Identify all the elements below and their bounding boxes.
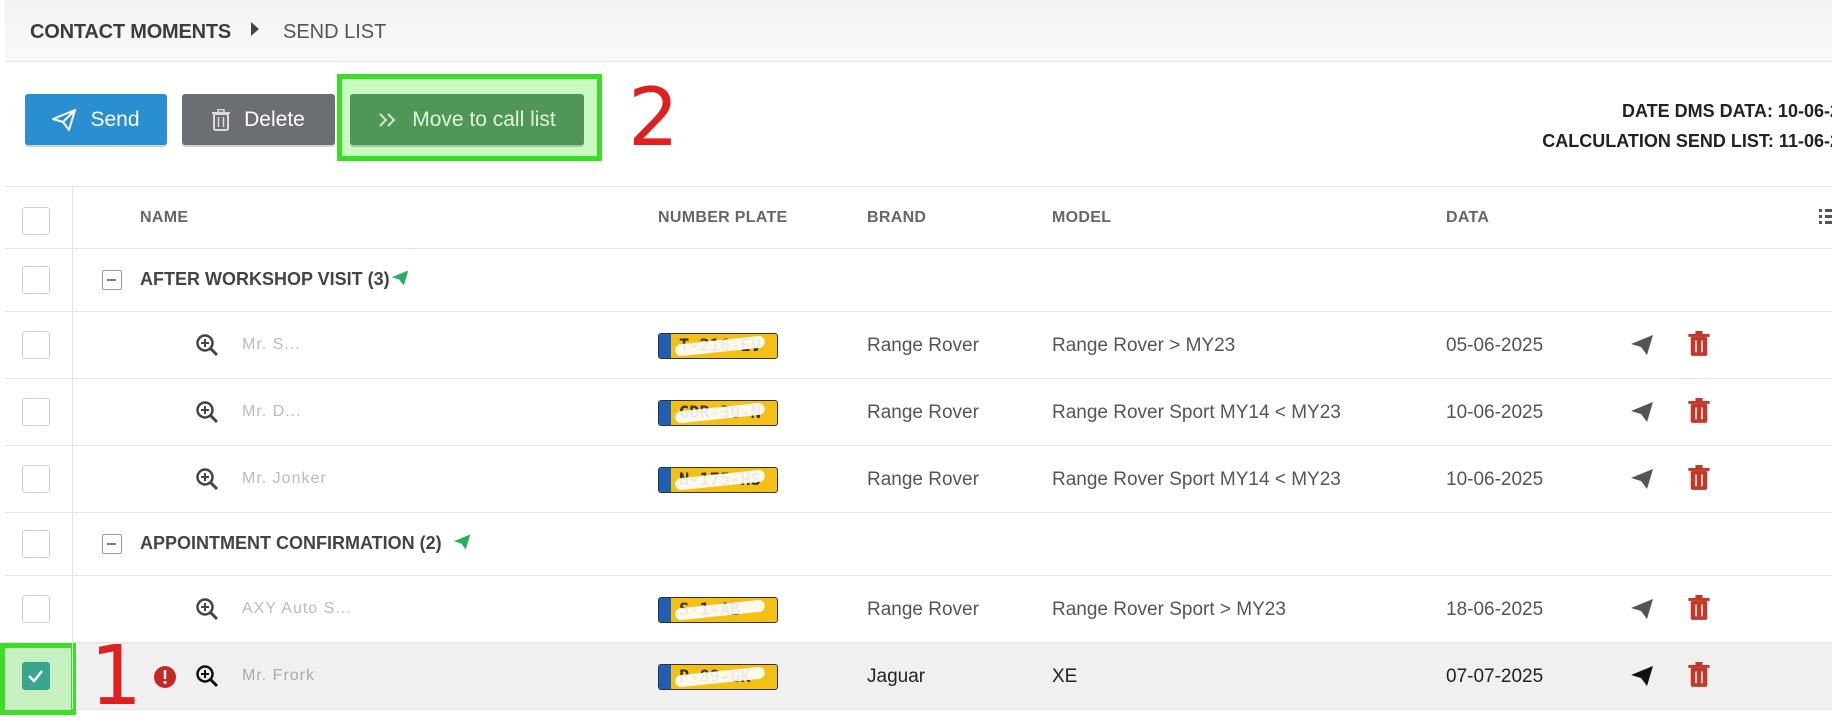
paper-plane-icon: [52, 108, 77, 131]
select-all-checkbox[interactable]: [22, 207, 50, 235]
table-row[interactable]: Mr. D... GDR-30-N Range Rover Range Rove…: [5, 379, 1832, 446]
trash-icon[interactable]: [1688, 465, 1710, 491]
dms-date: DATE DMS DATA: 10-06-202: [1621, 101, 1832, 121]
col-data[interactable]: DATA: [1446, 209, 1489, 227]
date-cell: 18-06-2025: [1446, 599, 1544, 620]
paper-plane-icon: [391, 270, 409, 286]
trash-icon[interactable]: [1688, 662, 1710, 688]
col-model[interactable]: MODEL: [1052, 209, 1111, 227]
delete-button[interactable]: Delete: [182, 94, 335, 145]
group-label: AFTER WORKSHOP VISIT (3): [140, 269, 390, 289]
brand-cell: Range Rover: [867, 469, 979, 490]
brand-cell: Jaguar: [867, 666, 926, 687]
table-header: NAME NUMBER PLATE BRAND MODEL DATA: [5, 186, 1832, 249]
number-plate: T-216-EV: [658, 333, 778, 359]
number-plate: GDR-30-N: [658, 400, 778, 426]
annotation-one: 1: [90, 629, 143, 724]
date-cell: 10-06-2025: [1446, 402, 1544, 423]
send-row-icon[interactable]: [1630, 597, 1654, 621]
send-row-icon[interactable]: [1630, 664, 1654, 688]
date-cell: 07-07-2025: [1446, 666, 1544, 687]
model-cell: Range Rover > MY23: [1052, 335, 1236, 356]
row-checkbox[interactable]: [22, 595, 50, 623]
table-row[interactable]: AXY Auto S... S-1-AB Range Rover Range R…: [5, 576, 1832, 643]
zoom-in-icon[interactable]: [195, 664, 219, 688]
send-label: Send: [90, 107, 140, 131]
row-checkbox[interactable]: [22, 398, 50, 426]
col-brand[interactable]: BRAND: [867, 209, 926, 227]
move-to-call-list-button[interactable]: Move to call list: [350, 94, 584, 145]
dates-info: DATE DMS DATA: 10-06-202 CALCULATION SEN…: [1542, 96, 1832, 156]
model-cell: XE: [1052, 666, 1078, 687]
zoom-in-icon[interactable]: [195, 400, 219, 424]
send-row-icon[interactable]: [1630, 333, 1654, 357]
col-name[interactable]: NAME: [140, 209, 188, 227]
model-cell: Range Rover Sport MY14 < MY23: [1052, 402, 1341, 423]
trash-icon[interactable]: [1688, 331, 1710, 357]
annotation-two: 2: [628, 71, 679, 164]
date-cell: 10-06-2025: [1446, 469, 1544, 490]
zoom-in-icon[interactable]: [195, 333, 219, 357]
collapse-icon[interactable]: [102, 534, 122, 554]
checkmark-icon: [28, 670, 43, 683]
table-row-selected[interactable]: Mr. Frork P-89-GK Jaguar XE 07-07-2025: [0, 643, 1832, 715]
contact-name: AXY Auto S...: [242, 600, 352, 617]
send-row-icon[interactable]: [1630, 400, 1654, 424]
contact-name: Mr. D...: [242, 403, 302, 420]
breadcrumb-contact-moments[interactable]: CONTACT MOMENTS: [30, 21, 231, 44]
contact-name: Mr. Frork: [242, 667, 315, 684]
column-settings-icon[interactable]: [1819, 207, 1832, 225]
calc-date: CALCULATION SEND LIST: 11-06-202: [1542, 131, 1832, 151]
model-cell: Range Rover Sport > MY23: [1052, 599, 1286, 620]
table-row[interactable]: Mr. S... T-216-EV Range Rover Range Rove…: [5, 312, 1832, 379]
collapse-icon[interactable]: [102, 270, 122, 290]
contact-name: Mr. S...: [242, 336, 301, 353]
group-row: APPOINTMENT CONFIRMATION (2): [5, 513, 1832, 576]
zoom-in-icon[interactable]: [195, 597, 219, 621]
date-cell: 05-06-2025: [1446, 335, 1544, 356]
chevron-right-icon: [251, 22, 259, 36]
row-checkbox[interactable]: [22, 465, 50, 493]
send-button[interactable]: Send: [25, 94, 167, 145]
group-checkbox[interactable]: [22, 266, 50, 294]
model-cell: Range Rover Sport MY14 < MY23: [1052, 469, 1341, 490]
brand-cell: Range Rover: [867, 599, 979, 620]
brand-cell: Range Rover: [867, 335, 979, 356]
trash-icon[interactable]: [1688, 595, 1710, 621]
number-plate: P-89-GK: [658, 664, 778, 690]
contact-name: Mr. Jonker: [242, 470, 327, 487]
row-checkbox[interactable]: [22, 662, 50, 690]
brand-cell: Range Rover: [867, 402, 979, 423]
group-row: AFTER WORKSHOP VISIT (3): [5, 249, 1832, 312]
paper-plane-icon: [453, 534, 471, 550]
send-row-icon[interactable]: [1630, 467, 1654, 491]
breadcrumb-send-list: SEND LIST: [283, 21, 387, 43]
trash-icon[interactable]: [1688, 398, 1710, 424]
move-label: Move to call list: [412, 107, 556, 131]
breadcrumb: CONTACT MOMENTS SEND LIST: [5, 0, 1832, 62]
row-checkbox[interactable]: [22, 331, 50, 359]
table-row[interactable]: Mr. Jonker N-175-HS Range Rover Range Ro…: [5, 446, 1832, 513]
double-chevron-right-icon: [379, 112, 396, 127]
number-plate: N-175-HS: [658, 467, 778, 493]
trash-icon: [212, 108, 231, 131]
number-plate: S-1-AB: [658, 597, 778, 623]
group-label: APPOINTMENT CONFIRMATION (2): [140, 533, 442, 553]
zoom-in-icon[interactable]: [195, 467, 219, 491]
delete-label: Delete: [244, 107, 305, 131]
col-number-plate[interactable]: NUMBER PLATE: [658, 209, 788, 227]
group-checkbox[interactable]: [22, 530, 50, 558]
warning-icon: [154, 666, 176, 688]
